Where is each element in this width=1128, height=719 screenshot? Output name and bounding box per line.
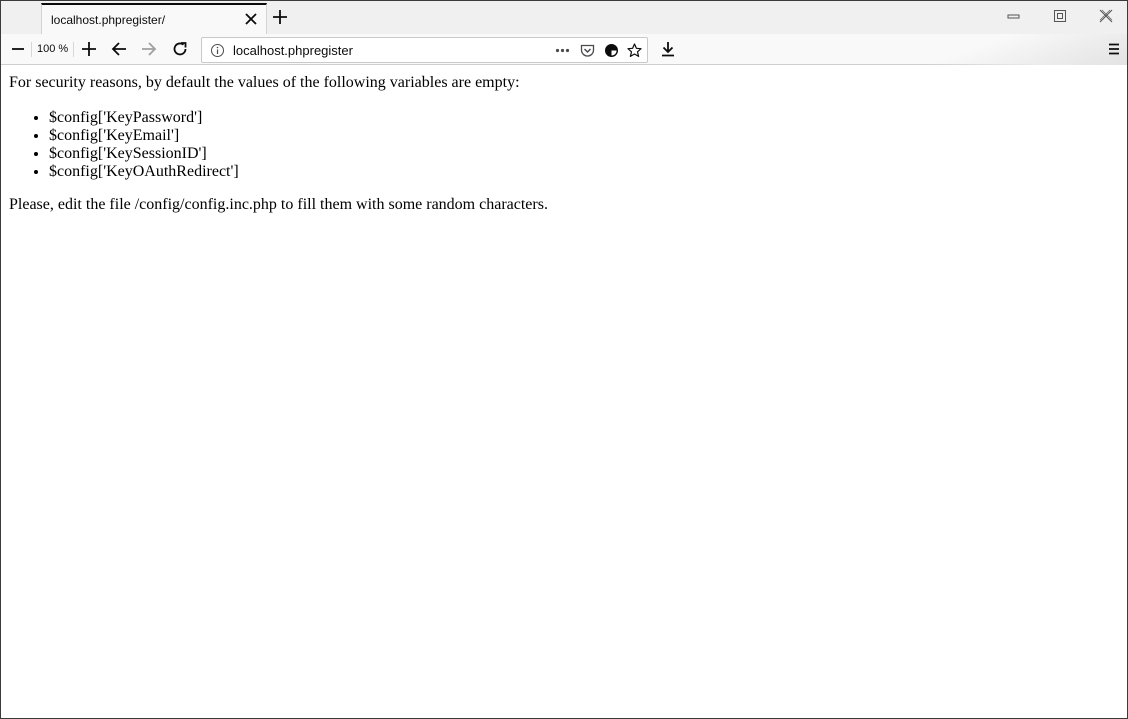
list-item: $config['KeyEmail'] [49,127,239,145]
intro-text: For security reasons, by default the val… [9,74,520,91]
arrow-left-icon[interactable] [111,41,127,57]
star-icon[interactable] [627,43,642,58]
tab-title: localhost.phpregister/ [51,13,166,27]
list-item: $config['KeyOAuthRedirect'] [49,163,239,181]
list-item: $config['KeyPassword'] [49,109,239,127]
list-item: $config['KeySessionID'] [49,145,239,163]
minus-icon[interactable] [10,41,26,57]
url-text[interactable]: localhost.phpregister [233,43,353,58]
minimize-icon[interactable] [1007,9,1021,23]
tracking-protection-icon[interactable] [604,43,619,58]
toolbar-background [927,34,1127,65]
page-content: For security reasons, by default the val… [1,66,1127,718]
restore-icon[interactable] [1053,9,1067,23]
variables-list: $config['KeyPassword'] $config['KeyEmail… [49,109,239,181]
reload-icon[interactable] [172,41,188,57]
arrow-right-icon[interactable] [141,41,157,57]
ellipsis-icon[interactable] [555,43,570,58]
hamburger-icon[interactable] [1106,41,1122,57]
nav-toolbar: 100 % localhost.phpregister [1,34,1127,65]
pocket-icon[interactable] [580,43,595,58]
browser-window: localhost.phpregister/ 100 % localhost.p… [0,0,1128,719]
zoom-level[interactable]: 100 % [31,42,75,57]
url-bar[interactable]: localhost.phpregister [201,37,648,63]
close-icon[interactable] [243,11,259,27]
plus-icon[interactable] [81,41,97,57]
download-icon[interactable] [660,41,676,57]
plus-icon[interactable] [272,9,288,25]
tab-bar: localhost.phpregister/ [1,1,1127,34]
close-icon[interactable] [1099,9,1113,23]
tab-localhost[interactable]: localhost.phpregister/ [41,3,267,34]
instruction-text: Please, edit the file /config/config.inc… [9,196,548,213]
info-icon[interactable] [210,43,225,58]
